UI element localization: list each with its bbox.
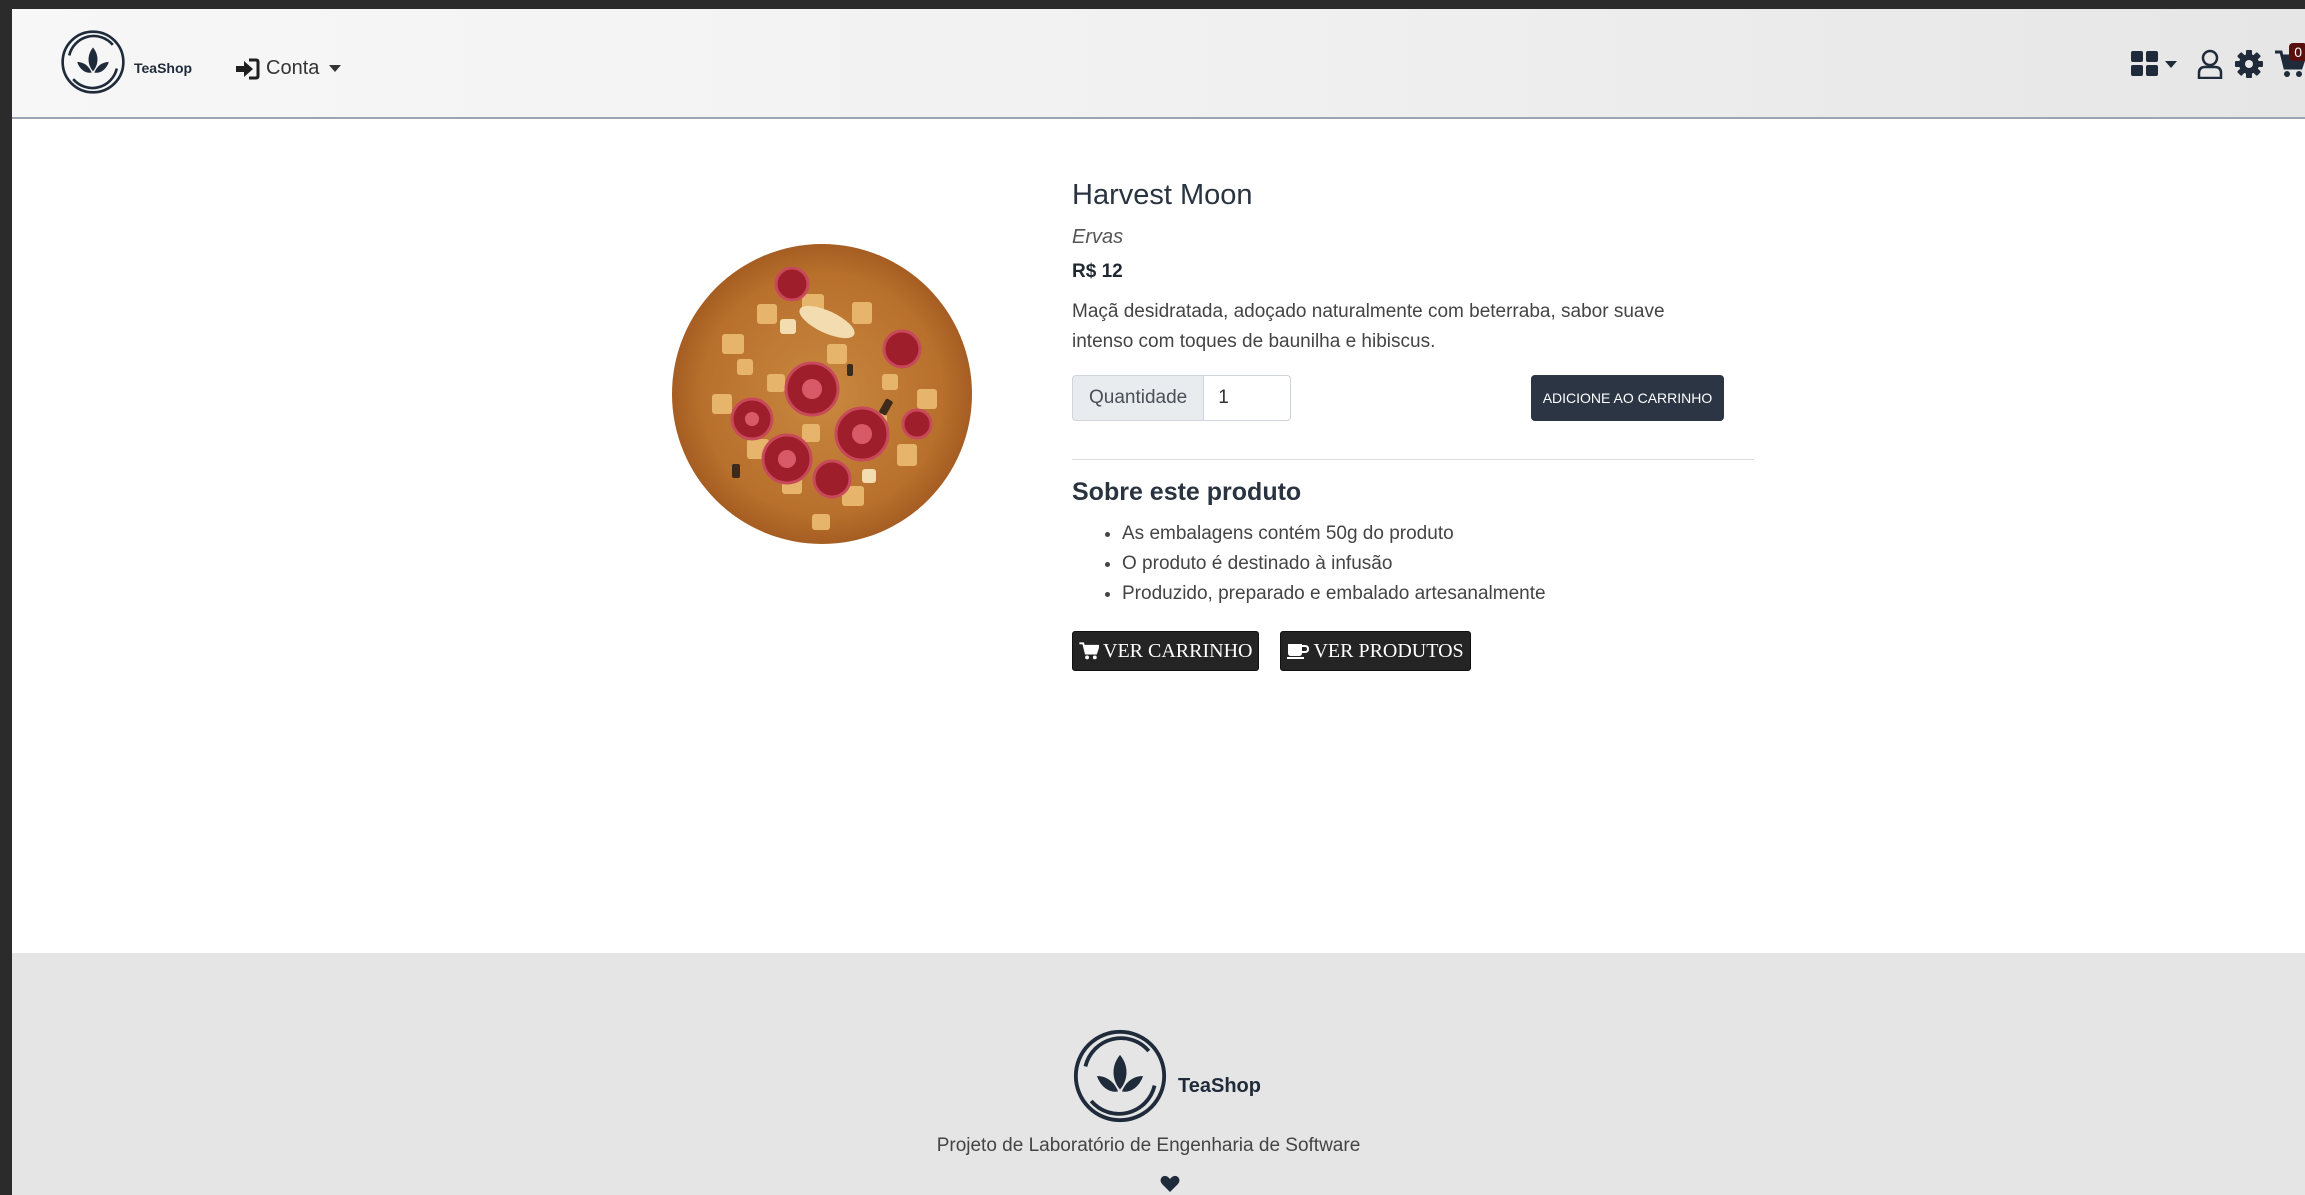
user-icon — [2197, 49, 2223, 79]
user-button[interactable] — [2197, 49, 2223, 79]
apps-dropdown[interactable] — [2131, 51, 2177, 77]
footer-text: Projeto de Laboratório de Engenharia de … — [936, 1135, 1361, 1156]
cart-count-badge: 0 — [2289, 43, 2305, 61]
account-dropdown[interactable]: Conta — [234, 57, 342, 80]
brand-name: TeaShop — [134, 60, 193, 76]
settings-button[interactable] — [2235, 50, 2263, 78]
footer-brand: TeaShop — [1072, 1028, 1261, 1124]
product-image — [672, 244, 972, 544]
buy-row: Quantidade ADICIONE AO CARRINHO — [1072, 375, 1762, 421]
about-item: O produto é destinado à infusão — [1122, 549, 1762, 579]
view-cart-label: VER CARRINHO — [1103, 639, 1253, 662]
app-window: TeaShop Conta 0 Harvest Moon Ervas R$ 12… — [12, 9, 2305, 1195]
coffee-cup-icon — [1287, 644, 1310, 659]
add-to-cart-button[interactable]: ADICIONE AO CARRINHO — [1531, 375, 1724, 421]
heart-icon — [1160, 1175, 1180, 1192]
grid-icon — [2131, 51, 2158, 76]
footer-brand-name: TeaShop — [1178, 1074, 1261, 1097]
action-buttons: VER CARRINHO VER PRODUTOS — [1072, 631, 1762, 671]
brand-link[interactable]: TeaShop — [60, 29, 192, 95]
product-name: Harvest Moon — [1072, 179, 1253, 211]
product-details: Harvest Moon Ervas R$ 12 Maçã desidratad… — [1072, 179, 1762, 671]
gear-icon — [2235, 50, 2263, 78]
product-category: Ervas — [1072, 226, 1124, 248]
product-price: R$ 12 — [1072, 261, 1123, 282]
about-item: Produzido, preparado e embalado artesana… — [1122, 579, 1762, 609]
about-title: Sobre este produto — [1072, 478, 1302, 506]
sign-in-icon — [236, 58, 260, 79]
nav-actions — [2119, 49, 2305, 79]
quantity-group: Quantidade — [1072, 375, 1292, 421]
quantity-input[interactable] — [1203, 375, 1292, 421]
about-list: As embalagens contém 50g do produto O pr… — [1072, 519, 1762, 609]
account-label: Conta — [266, 57, 320, 79]
teashop-logo — [1073, 1029, 1167, 1123]
chevron-down-icon — [329, 65, 342, 72]
product-description: Maçã desidratada, adoçado naturalmente c… — [1072, 301, 1665, 352]
quantity-label: Quantidade — [1072, 375, 1204, 421]
chevron-down-icon — [2165, 60, 2177, 68]
about-item: As embalagens contém 50g do produto — [1122, 519, 1762, 549]
navbar: TeaShop Conta 0 — [12, 9, 2305, 119]
divider — [1072, 459, 1754, 460]
view-cart-button[interactable]: VER CARRINHO — [1072, 631, 1260, 671]
footer: TeaShop Projeto de Laboratório de Engenh… — [12, 953, 2305, 1195]
view-products-label: VER PRODUTOS — [1313, 639, 1464, 662]
teashop-logo — [61, 30, 125, 94]
view-products-button[interactable]: VER PRODUTOS — [1280, 631, 1471, 671]
cart-icon — [1079, 642, 1099, 660]
